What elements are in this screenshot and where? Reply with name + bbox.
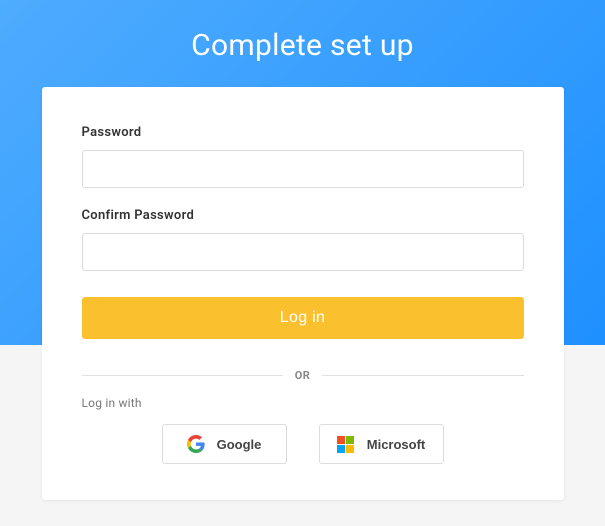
divider-text: OR — [283, 369, 323, 382]
page-title: Complete set up — [0, 0, 605, 63]
login-with-label: Log in with — [82, 396, 524, 410]
password-input[interactable] — [82, 150, 524, 188]
google-button[interactable]: Google — [162, 424, 287, 464]
confirm-password-label: Confirm Password — [82, 208, 524, 223]
login-button[interactable]: Log in — [82, 297, 524, 339]
confirm-password-input[interactable] — [82, 233, 524, 271]
divider-line-right — [322, 375, 523, 376]
microsoft-icon — [337, 435, 355, 453]
google-button-label: Google — [217, 437, 262, 452]
or-divider: OR — [82, 369, 524, 382]
google-icon — [187, 435, 205, 453]
divider-line-left — [82, 375, 283, 376]
microsoft-button[interactable]: Microsoft — [319, 424, 444, 464]
password-group: Password — [82, 125, 524, 188]
social-buttons-row: Google Microsoft — [82, 424, 524, 464]
password-label: Password — [82, 125, 524, 140]
setup-card: Password Confirm Password Log in OR Log … — [42, 87, 564, 500]
microsoft-button-label: Microsoft — [367, 437, 426, 452]
confirm-password-group: Confirm Password — [82, 208, 524, 271]
